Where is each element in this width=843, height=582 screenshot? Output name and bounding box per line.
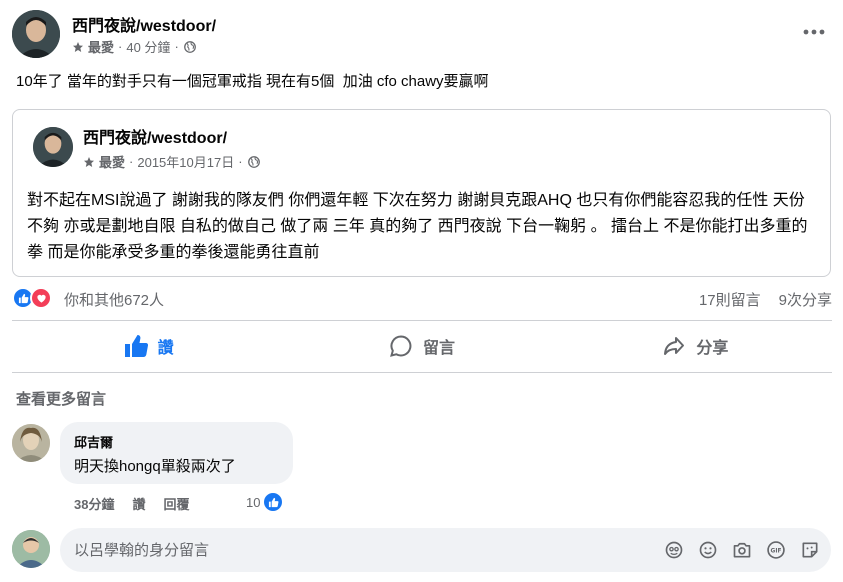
post-stats: 17則留言 9次分享	[699, 289, 832, 310]
meta-separator: ·	[174, 39, 179, 54]
shared-author-name[interactable]: 西門夜說/westdoor/	[83, 124, 227, 148]
camera-icon[interactable]	[731, 539, 753, 561]
more-options-button[interactable]	[796, 14, 832, 50]
shared-post-date[interactable]: 2015年10月17日	[137, 152, 234, 171]
comment-icon	[390, 335, 412, 357]
reaction-count[interactable]: 你和其他672人	[64, 289, 164, 310]
reactions-summary: 你和其他672人 17則留言 9次分享	[12, 286, 832, 312]
comment-button[interactable]: 留言	[285, 322, 558, 370]
favorites-label: 最愛	[88, 40, 115, 55]
comment-likes-number: 10	[246, 494, 261, 510]
share-count[interactable]: 9次分享	[779, 289, 832, 310]
emoji-icon[interactable]	[697, 539, 719, 561]
meta-separator: ·	[129, 154, 134, 169]
thumbs-up-icon	[124, 335, 148, 357]
sticker-icon[interactable]	[799, 539, 821, 561]
composer-tools: GIF	[663, 539, 821, 561]
comment-time[interactable]: 38分鐘	[74, 494, 114, 513]
like-button[interactable]: 讚	[12, 322, 285, 370]
share-label: 分享	[696, 340, 729, 357]
svg-text:GIF: GIF	[771, 549, 782, 555]
share-icon	[664, 337, 685, 355]
shared-post[interactable]: 西門夜說/westdoor/ 最愛 · 2015年10月17日 · 對不起在MS…	[12, 109, 831, 277]
avatar-sticker-icon[interactable]	[663, 539, 685, 561]
shared-post-text: 對不起在MSI說過了 謝謝我的隊友們 你們還年輕 下次在努力 謝謝貝克跟AHQ …	[27, 192, 808, 261]
more-horizontal-icon	[803, 29, 825, 35]
divider	[12, 372, 832, 373]
like-label: 讚	[157, 340, 174, 357]
share-button[interactable]: 分享	[559, 322, 832, 370]
post-author-name[interactable]: 西門夜說/westdoor/	[72, 12, 216, 36]
comment-composer: GIF	[60, 528, 831, 572]
comment-bubble: 邱吉爾 明天換hongq單殺兩次了	[60, 422, 293, 484]
comment-input[interactable]	[74, 528, 634, 572]
comment-reply-button[interactable]: 回覆	[163, 494, 189, 513]
post-time[interactable]: 40 分鐘	[126, 37, 170, 56]
meta-separator: ·	[118, 39, 123, 54]
star-icon	[84, 156, 94, 167]
gif-icon[interactable]: GIF	[765, 539, 787, 561]
reaction-icons[interactable]	[12, 287, 52, 309]
post-action-bar: 讚 留言 分享	[12, 322, 832, 370]
love-reaction-icon	[30, 287, 52, 309]
shared-meta: 最愛 · 2015年10月17日 ·	[83, 152, 261, 171]
like-reaction-icon	[262, 491, 285, 513]
meta-separator: ·	[238, 154, 243, 169]
globe-icon	[247, 155, 260, 168]
post-text: 10年了 當年的對手只有一個冠軍戒指 現在有5個 加油 cfo chawy要贏啊	[16, 73, 489, 90]
divider	[12, 320, 832, 321]
comment-count[interactable]: 17則留言	[699, 289, 761, 310]
comment-reaction-count[interactable]: 10	[246, 491, 285, 513]
comment-actions: 38分鐘 讚 回覆	[74, 494, 190, 513]
shared-author-avatar[interactable]	[33, 127, 73, 167]
post-meta: 最愛 · 40 分鐘 ·	[72, 37, 197, 56]
comment-label: 留言	[422, 340, 455, 357]
globe-icon	[183, 40, 196, 53]
post-header: 西門夜說/westdoor/ 最愛 · 40 分鐘 ·	[12, 10, 832, 62]
comment-author[interactable]: 邱吉爾	[74, 432, 113, 451]
comment-like-button[interactable]: 讚	[132, 494, 145, 513]
author-avatar[interactable]	[12, 10, 60, 58]
comment-text: 明天換hongq單殺兩次了	[74, 458, 236, 475]
favorites-label: 最愛	[99, 155, 126, 170]
star-icon	[73, 41, 83, 52]
current-user-avatar[interactable]	[12, 530, 50, 568]
commenter-avatar[interactable]	[12, 424, 50, 462]
view-more-comments-link[interactable]: 查看更多留言	[16, 388, 106, 409]
